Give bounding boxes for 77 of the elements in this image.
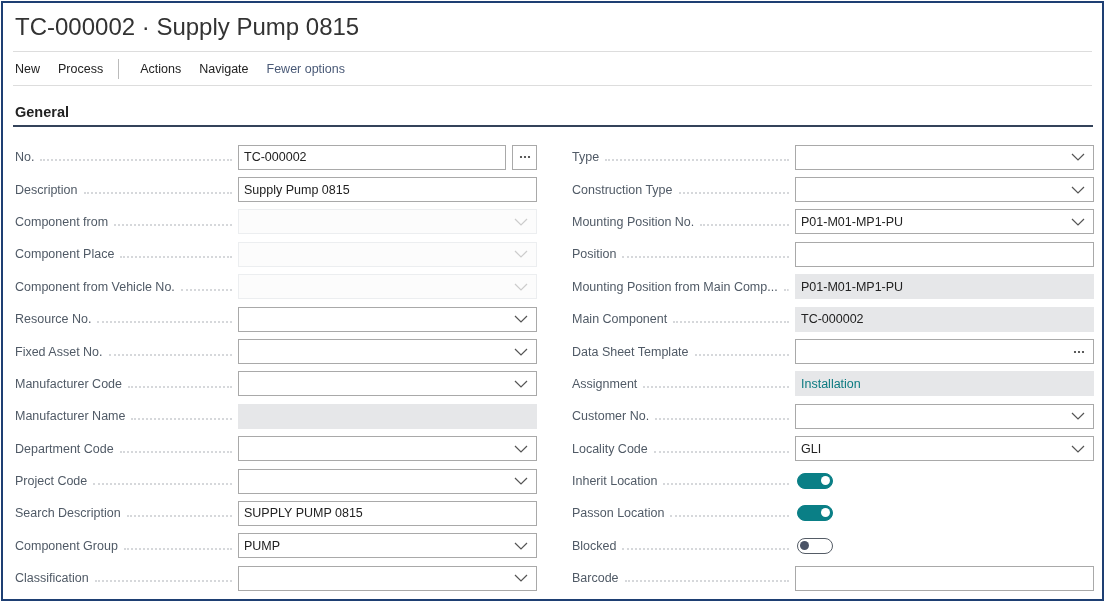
field-label: Customer No. xyxy=(572,409,651,424)
chevron-down-icon xyxy=(514,217,528,226)
field-label: Main Component xyxy=(572,312,669,327)
dropdown-field[interactable]: GLI xyxy=(795,436,1094,462)
chevron-down-icon xyxy=(1071,217,1085,226)
lookup-field[interactable] xyxy=(795,339,1094,365)
chevron-down-icon xyxy=(1071,185,1085,194)
action-button[interactable]: Navigate xyxy=(190,61,258,76)
field-label: Inherit Location xyxy=(572,474,659,489)
field-label: Fixed Asset No. xyxy=(15,344,104,359)
field-label: Manufacturer Name xyxy=(15,409,127,424)
field-label: Locality Code xyxy=(572,441,649,456)
chevron-down-icon xyxy=(1071,412,1085,421)
dropdown-field[interactable] xyxy=(238,371,537,397)
toggle-switch[interactable] xyxy=(797,473,833,490)
chevron-down-icon xyxy=(514,541,528,550)
field-label: Passon Location xyxy=(572,506,666,521)
chevron-down-icon xyxy=(514,315,528,324)
dropdown-field[interactable]: P01-M01-MP1-PU xyxy=(795,209,1094,235)
field-label: Mounting Position from Main Comp... xyxy=(572,279,779,294)
dropdown-field[interactable] xyxy=(238,565,537,591)
more-icon xyxy=(518,155,531,160)
field-label: Search Description xyxy=(15,506,122,521)
chevron-down-icon xyxy=(514,250,528,259)
field-label: Blocked xyxy=(572,538,618,553)
chevron-down-icon xyxy=(514,477,528,486)
field-label: Assignment xyxy=(572,376,639,391)
field-label: Position xyxy=(572,247,618,262)
readonly-field[interactable]: Installation xyxy=(795,371,1094,397)
chevron-down-icon xyxy=(514,574,528,583)
action-button[interactable]: New xyxy=(13,61,49,76)
chevron-down-icon xyxy=(1071,444,1085,453)
chevron-down-icon xyxy=(1071,153,1085,162)
field-label: Data Sheet Template xyxy=(572,344,690,359)
dropdown-field[interactable] xyxy=(795,144,1094,170)
field-label: Classification xyxy=(15,571,90,586)
field-label: Resource No. xyxy=(15,312,93,327)
field-label: Barcode xyxy=(572,571,620,586)
toggle-switch[interactable] xyxy=(797,505,833,522)
field-label: No. xyxy=(15,150,36,165)
toggle-switch[interactable] xyxy=(797,537,833,554)
readonly-field: P01-M01-MP1-PU xyxy=(795,274,1094,300)
chevron-down-icon xyxy=(514,282,528,291)
field-label: Component from Vehicle No. xyxy=(15,279,176,294)
text-field[interactable]: TC-000002 xyxy=(238,144,506,170)
field-label: Component Group xyxy=(15,538,119,553)
dropdown-field[interactable] xyxy=(795,177,1094,203)
field-label: Component Place xyxy=(15,247,116,262)
chevron-down-icon xyxy=(514,347,528,356)
field-label: Manufacturer Code xyxy=(15,376,123,391)
field-label: Project Code xyxy=(15,474,89,489)
dropdown-field[interactable] xyxy=(238,436,537,462)
text-field[interactable]: Supply Pump 0815 xyxy=(238,177,537,203)
action-button[interactable]: Process xyxy=(49,61,113,76)
action-button[interactable]: Actions xyxy=(131,61,191,76)
more-icon xyxy=(1073,349,1085,354)
readonly-field: TC-000002 xyxy=(795,306,1094,332)
text-field[interactable]: SUPPLY PUMP 0815 xyxy=(238,501,537,526)
field-label: Component from xyxy=(15,214,110,229)
chevron-down-icon xyxy=(514,444,528,453)
lookup-button[interactable] xyxy=(512,144,537,170)
dropdown-field[interactable] xyxy=(238,468,537,494)
field-label: Description xyxy=(15,182,79,197)
field-label: Construction Type xyxy=(572,182,674,197)
dropdown-field[interactable]: PUMP xyxy=(238,533,537,559)
dropdown-field[interactable] xyxy=(238,339,537,365)
field-label: Mounting Position No. xyxy=(572,214,696,229)
chevron-down-icon xyxy=(514,379,528,388)
text-field[interactable] xyxy=(795,565,1094,591)
page-title: TC-000002 · Supply Pump 0815 xyxy=(13,3,1092,52)
dropdown-field[interactable] xyxy=(238,306,537,332)
section-heading: General xyxy=(13,86,1093,127)
dropdown-field[interactable] xyxy=(795,403,1094,429)
text-field[interactable] xyxy=(795,241,1094,267)
field-label: Type xyxy=(572,150,601,165)
fewer-options-button[interactable]: Fewer options xyxy=(257,61,355,76)
field-label: Department Code xyxy=(15,441,115,456)
